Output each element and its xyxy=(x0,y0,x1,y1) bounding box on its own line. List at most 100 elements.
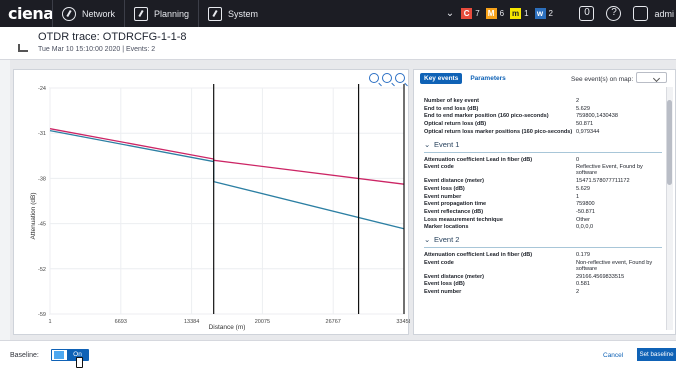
summary-label: End to end loss (dB) xyxy=(424,105,479,112)
network-icon xyxy=(62,6,76,21)
event-row: Event code Non-reflective event, Found by… xyxy=(424,260,662,272)
user-icon[interactable] xyxy=(633,6,649,21)
event-value: -50.871 xyxy=(576,208,595,215)
user-name[interactable]: admi xyxy=(654,9,674,19)
ciena-logo: ciena xyxy=(8,4,54,23)
event-label: Event propagation time xyxy=(424,201,487,208)
alarm-summary[interactable]: ⌄ C 7 M 6 m 1 w 2 xyxy=(446,0,556,27)
summary-row: End to end marker position (160 pico-sec… xyxy=(424,113,662,119)
y-tick-label: -45 xyxy=(38,222,46,228)
summary-row: Optical return loss (dB) 50.871 xyxy=(424,121,662,127)
event-value: 15471.578077711172 xyxy=(576,178,630,185)
tab-parameters[interactable]: Parameters xyxy=(466,73,509,84)
event-row: Event distance (meter) 15471.578077711172 xyxy=(424,178,662,184)
event-details-content: Number of key event 2 End to end loss (dB… xyxy=(424,98,662,297)
nav-planning[interactable]: Planning xyxy=(124,0,198,27)
summary-row: Optical return loss marker positions (16… xyxy=(424,129,662,135)
event-label: Attenuation coefficient Lead in fiber (d… xyxy=(424,252,533,259)
event-label: Event code xyxy=(424,164,454,171)
y-tick-label: -24 xyxy=(38,86,46,92)
event-row: Event loss (dB) 0.581 xyxy=(424,281,662,287)
footer-bar xyxy=(0,340,676,368)
summary-value: 759800,1430438 xyxy=(576,113,618,120)
event-row: Event propagation time 759800 xyxy=(424,201,662,207)
summary-value: 0,979344 xyxy=(576,128,600,135)
event-value: Other xyxy=(576,216,590,223)
summary-label: End to end marker position (160 pico-sec… xyxy=(424,113,549,120)
event-value: 759800 xyxy=(576,201,595,208)
cancel-button[interactable]: Cancel xyxy=(603,352,623,359)
minor-alarm-badge[interactable]: m xyxy=(510,8,522,19)
y-tick-label: -52 xyxy=(38,267,46,273)
x-tick-label: 6693 xyxy=(115,319,127,325)
event-label: Attenuation coefficient Lead in fiber (d… xyxy=(424,156,533,163)
x-axis-label: Distance (m) xyxy=(209,324,246,331)
x-tick-label: 13384 xyxy=(184,319,199,325)
nav-network[interactable]: Network xyxy=(52,0,124,27)
event-value: Non-reflective event, Found by software xyxy=(576,259,653,272)
major-alarm-badge[interactable]: M xyxy=(485,8,497,19)
summary-value: 5.629 xyxy=(576,105,590,112)
tab-key-events[interactable]: Key events xyxy=(420,73,463,84)
event-2-header[interactable]: ⌄ Event 2 xyxy=(424,235,662,249)
event-row: Attenuation coefficient Lead in fiber (d… xyxy=(424,252,662,258)
summary-row: Number of key event 2 xyxy=(424,98,662,104)
event-label: Marker locations xyxy=(424,224,469,231)
summary-value: 2 xyxy=(576,98,580,104)
otdr-trace-chart[interactable]: 1 6693 13384 20075 26767 33458 -24 -31 -38 -45 -52… xyxy=(14,70,410,336)
scrollbar-thumb[interactable] xyxy=(667,100,672,185)
event-value: 5.629 xyxy=(576,185,590,192)
nav-planning-label: Planning xyxy=(154,8,190,19)
message-icon[interactable]: 0 xyxy=(579,6,595,21)
summary-label: Optical return loss marker positions (16… xyxy=(424,128,573,135)
nav-system[interactable]: System xyxy=(198,0,267,27)
event-row: Event loss (dB) 5.629 xyxy=(424,186,662,192)
x-tick-label: 1 xyxy=(48,319,51,325)
event-label: Event loss (dB) xyxy=(424,281,465,288)
critical-alarm-count: 7 xyxy=(475,9,480,18)
event-label: Event loss (dB) xyxy=(424,185,465,192)
event-row: Attenuation coefficient Lead in fiber (d… xyxy=(424,157,662,163)
mouse-cursor-icon xyxy=(76,357,83,368)
chevron-down-icon: ⌄ xyxy=(424,235,431,245)
event-label: Loss measurement technique xyxy=(424,216,503,223)
nav-system-label: System xyxy=(228,8,259,19)
map-event-select[interactable] xyxy=(636,72,667,83)
warning-alarm-count: 2 xyxy=(548,9,553,18)
event-1-title: Event 1 xyxy=(434,139,460,149)
y-tick-label: -31 xyxy=(38,131,46,137)
event-row: Marker locations 0,0,0,0 xyxy=(424,224,662,230)
event-label: Event number xyxy=(424,193,462,200)
zoom-in-icon[interactable] xyxy=(369,73,379,83)
event-row: Event number 2 xyxy=(424,289,662,295)
event-row: Loss measurement technique Other xyxy=(424,217,662,223)
set-baseline-button[interactable]: Set baseline xyxy=(637,348,676,361)
event-row: Event code Reflective Event, Found by sof… xyxy=(424,164,662,176)
y-tick-label: -38 xyxy=(38,176,46,182)
event-value: 0.179 xyxy=(576,252,590,259)
event-label: Event distance (meter) xyxy=(424,273,484,280)
summary-label: Number of key event xyxy=(424,98,480,104)
event-label: Event reflectance (dB) xyxy=(424,208,484,215)
summary-value: 50.871 xyxy=(576,121,594,128)
zoom-reset-icon[interactable] xyxy=(395,73,405,83)
event-label: Event number xyxy=(424,289,462,295)
event-row: Event reflectance (dB) -50.871 xyxy=(424,209,662,215)
zoom-out-icon[interactable] xyxy=(382,73,392,83)
summary-row: End to end loss (dB) 5.629 xyxy=(424,106,662,112)
event-value: Reflective Event, Found by software xyxy=(576,164,643,177)
warning-alarm-badge[interactable]: w xyxy=(534,8,546,19)
event-label: Event distance (meter) xyxy=(424,178,484,185)
system-icon xyxy=(208,6,223,21)
baseline-toggle-knob[interactable] xyxy=(54,351,64,359)
help-icon[interactable]: ? xyxy=(606,6,622,21)
x-tick-label: 33458 xyxy=(396,319,410,325)
event-1-header[interactable]: ⌄ Event 1 xyxy=(424,140,662,153)
event-row: Event distance (meter) 29166.4569833515 xyxy=(424,274,662,280)
critical-alarm-badge[interactable]: C xyxy=(461,8,473,19)
event-label: Event code xyxy=(424,259,454,266)
chevron-down-icon: ⌄ xyxy=(424,139,431,149)
x-tick-label: 20075 xyxy=(255,319,270,325)
chevron-down-icon[interactable]: ⌄ xyxy=(446,8,454,19)
details-tabs: Key events Parameters xyxy=(420,73,510,84)
